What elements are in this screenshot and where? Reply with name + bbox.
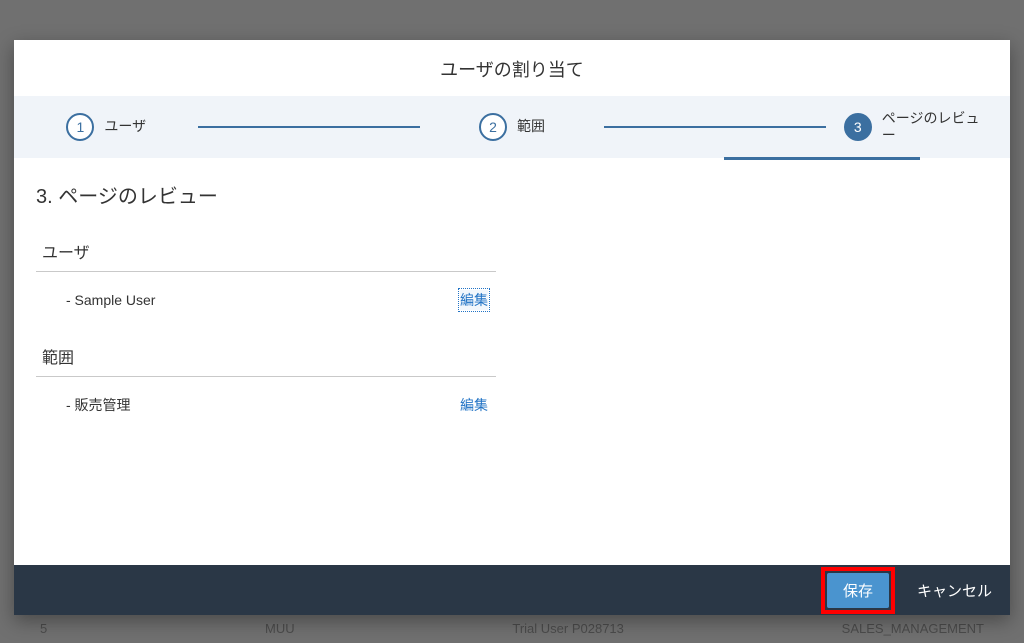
review-row: - Sample User 編集	[36, 272, 496, 318]
active-step-underline	[724, 157, 920, 160]
review-heading: ユーザ	[36, 239, 496, 272]
review-heading: 範囲	[36, 344, 496, 377]
step-connector	[198, 126, 419, 128]
review-block-scope: 範囲 - 販売管理 編集	[36, 344, 496, 423]
step-label: ユーザ	[104, 118, 146, 135]
step-2-scope[interactable]: 2 範囲	[420, 113, 604, 141]
edit-user-link[interactable]: 編集	[460, 290, 488, 310]
review-block-user: ユーザ - Sample User 編集	[36, 239, 496, 318]
cancel-button[interactable]: キャンセル	[917, 580, 992, 601]
step-label: 範囲	[517, 118, 545, 135]
review-row: - 販売管理 編集	[36, 377, 496, 423]
step-1-user[interactable]: 1 ユーザ	[14, 113, 198, 141]
page-title: 3. ページのレビュー	[36, 180, 982, 209]
assign-users-dialog: ユーザの割り当て 1 ユーザ 2 範囲 3 ページのレビュー 3. ページのレビ…	[14, 40, 1010, 615]
edit-scope-link[interactable]: 編集	[460, 395, 488, 415]
bg-cell: Trial User P028713	[512, 621, 624, 636]
bg-cell: MUU	[265, 621, 295, 636]
bg-cell: 5	[40, 621, 47, 636]
dialog-footer: 保存 キャンセル	[14, 565, 1010, 615]
dialog-content: 3. ページのレビュー ユーザ - Sample User 編集 範囲 - 販売…	[14, 158, 1010, 565]
step-3-review[interactable]: 3 ページのレビュー	[826, 110, 1010, 144]
review-value: - 販売管理	[66, 395, 131, 415]
step-connector	[604, 126, 825, 128]
step-label: ページのレビュー	[882, 110, 992, 144]
step-number-icon: 3	[844, 113, 872, 141]
background-table-row: 5 MUU Trial User P028713 SALES_MANAGEMEN…	[0, 617, 1024, 639]
step-number-icon: 1	[66, 113, 94, 141]
dialog-title: ユーザの割り当て	[14, 40, 1010, 96]
bg-cell: SALES_MANAGEMENT	[842, 621, 984, 636]
review-value: - Sample User	[66, 292, 155, 308]
save-button[interactable]: 保存	[827, 573, 889, 608]
save-button-highlight: 保存	[821, 567, 895, 614]
wizard-stepper: 1 ユーザ 2 範囲 3 ページのレビュー	[14, 96, 1010, 158]
step-number-icon: 2	[479, 113, 507, 141]
